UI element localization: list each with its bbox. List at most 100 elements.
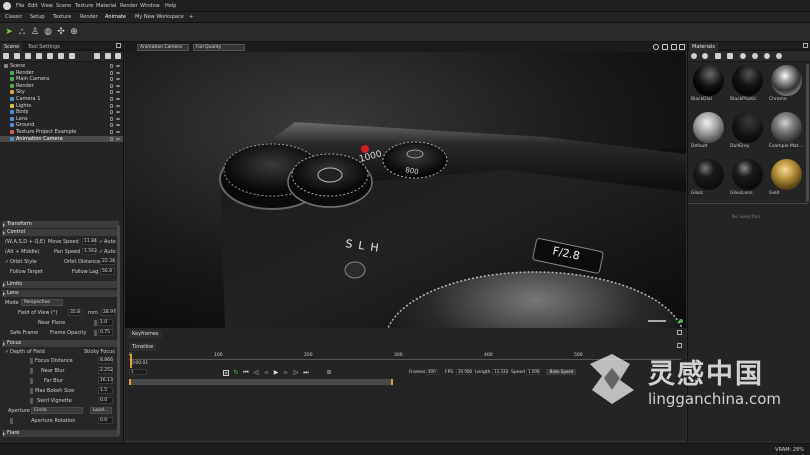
preview-material-icon[interactable] — [740, 53, 746, 59]
material-swatch[interactable]: Glass — [690, 157, 727, 200]
new-material-icon[interactable] — [691, 53, 697, 59]
tab-classic[interactable]: Classic — [5, 14, 22, 20]
lock-icon[interactable] — [110, 110, 113, 115]
sticky-focus-label[interactable]: Sticky Focus — [84, 348, 115, 356]
tree-item[interactable]: Camera 1 — [0, 96, 123, 102]
pan-speed-auto-check[interactable]: ✓ — [99, 248, 103, 256]
eye-icon[interactable] — [116, 137, 120, 140]
add-light-icon[interactable] — [14, 53, 20, 59]
add-mesh-icon[interactable] — [47, 53, 53, 59]
orbit-style-check[interactable]: ✓ — [5, 258, 9, 266]
menu-view[interactable]: View — [41, 3, 53, 9]
length-field[interactable]: 13.333 — [492, 369, 508, 375]
material-swatch[interactable]: Example Mat... — [768, 110, 805, 153]
eye-icon[interactable] — [116, 104, 120, 107]
tree-item[interactable]: Lens — [0, 116, 123, 122]
add-group-icon[interactable] — [36, 53, 42, 59]
focus-distance-field[interactable]: 8.866 — [98, 357, 113, 364]
material-swatch[interactable]: Gold — [768, 157, 805, 200]
play-icon[interactable]: ▶ — [273, 370, 279, 376]
fps-field[interactable]: 30.000 — [456, 369, 472, 375]
lock-icon[interactable] — [110, 64, 113, 68]
material-swatch[interactable]: Default — [690, 110, 727, 153]
lock-icon[interactable] — [110, 70, 113, 75]
frames-field[interactable]: 400 — [426, 369, 438, 375]
tab-timeline[interactable]: Timeline — [129, 343, 157, 351]
timeline-popout-icon[interactable] — [677, 343, 682, 348]
move-view-icon[interactable] — [662, 44, 668, 50]
light-tool-icon[interactable]: ✣ — [55, 26, 67, 38]
properties-scrollbar[interactable] — [117, 225, 120, 435]
tab-keyframes[interactable]: Keyframes — [129, 330, 162, 338]
lock-icon[interactable] — [110, 83, 113, 88]
duplicate-material-icon[interactable] — [702, 53, 708, 59]
swirl-field[interactable]: 0.0 — [98, 397, 113, 404]
section-flare[interactable]: Flare — [2, 430, 119, 437]
delete-material-icon[interactable] — [715, 53, 721, 59]
section-limits[interactable]: Limits — [2, 281, 119, 288]
lock-icon[interactable] — [110, 90, 113, 95]
speed-field[interactable]: 1.000 — [526, 369, 540, 375]
menu-texture[interactable]: Texture — [75, 3, 93, 9]
lock-icon[interactable] — [110, 130, 113, 134]
lock-icon[interactable] — [110, 123, 113, 128]
prev-key-icon[interactable]: ◁ — [253, 370, 259, 376]
tree-item[interactable]: Lights — [0, 103, 123, 109]
timeline-maximize-icon[interactable] — [677, 330, 682, 335]
person-tool-icon[interactable]: ♙ — [29, 26, 41, 38]
eye-icon[interactable] — [116, 111, 120, 114]
reset-material-icon[interactable] — [752, 53, 758, 59]
eye-icon[interactable] — [116, 65, 120, 67]
far-blur-field[interactable]: 16.13 — [98, 377, 113, 384]
tab-setup[interactable]: Setup — [30, 14, 45, 20]
materials-maximize-icon[interactable] — [803, 43, 808, 48]
frame-opacity-slider[interactable] — [94, 330, 97, 336]
section-lens[interactable]: Lens — [2, 290, 119, 297]
eye-icon[interactable] — [116, 131, 120, 133]
move-speed-field[interactable]: 11.84 — [82, 238, 97, 245]
mode-dropdown[interactable]: Perspective — [21, 299, 63, 306]
menu-file[interactable]: File — [16, 3, 24, 9]
material-swatch[interactable]: DullGrey — [729, 110, 766, 153]
mm-field[interactable]: 28.97 — [101, 309, 116, 316]
menu-window[interactable]: Window — [140, 3, 160, 9]
last-frame-icon[interactable]: ⏭ — [303, 370, 309, 376]
stop-icon[interactable]: ✕ — [223, 370, 229, 377]
camera-dropdown[interactable]: Animation Camera — [137, 44, 189, 51]
max-bokeh-slider[interactable] — [30, 388, 33, 394]
eye-icon[interactable] — [116, 84, 120, 87]
material-swatch[interactable]: BlackDial — [690, 63, 727, 106]
tree-item[interactable]: Render — [0, 70, 123, 76]
tab-scene[interactable]: Scene — [1, 43, 23, 51]
apply-material-icon[interactable] — [776, 53, 782, 59]
timeline-track[interactable] — [129, 379, 393, 385]
far-blur-slider[interactable] — [30, 378, 33, 384]
near-plane-field[interactable]: 1.0 — [98, 319, 113, 326]
menu-scene[interactable]: Scene — [56, 3, 71, 9]
eye-icon[interactable] — [116, 98, 120, 100]
pan-speed-field[interactable]: 1.563 — [82, 248, 97, 255]
tree-item[interactable]: Scene — [0, 63, 123, 69]
frame-icon[interactable] — [671, 44, 677, 50]
tree-item[interactable]: Main Camera — [0, 76, 123, 82]
aperture-rotation-slider[interactable] — [10, 418, 13, 424]
orbit-distance-field[interactable]: 22.34 — [100, 258, 115, 265]
eye-icon[interactable] — [116, 117, 120, 120]
quality-dropdown[interactable]: Full Quality — [193, 44, 245, 51]
add-texture-icon[interactable] — [58, 53, 64, 59]
library-material-icon[interactable] — [764, 53, 770, 59]
menu-render[interactable]: Render — [120, 3, 138, 9]
bake-speed-button[interactable]: Bake Speed — [546, 369, 576, 375]
tree-item[interactable]: Render — [0, 83, 123, 89]
near-plane-slider[interactable] — [94, 320, 97, 326]
tab-tool-settings[interactable]: Tool Settings — [25, 43, 63, 51]
section-control[interactable]: Control — [2, 229, 119, 236]
tree-item[interactable]: Animation Camera — [0, 135, 123, 142]
tree-item[interactable]: Body — [0, 109, 123, 115]
near-blur-field[interactable]: 2.252 — [98, 367, 113, 374]
materials-scrollbar[interactable] — [806, 64, 809, 202]
tree-item[interactable]: Sky — [0, 89, 123, 95]
focus-distance-slider[interactable] — [30, 358, 33, 364]
eye-icon[interactable] — [116, 78, 120, 81]
section-transform[interactable]: Transform — [2, 221, 119, 228]
